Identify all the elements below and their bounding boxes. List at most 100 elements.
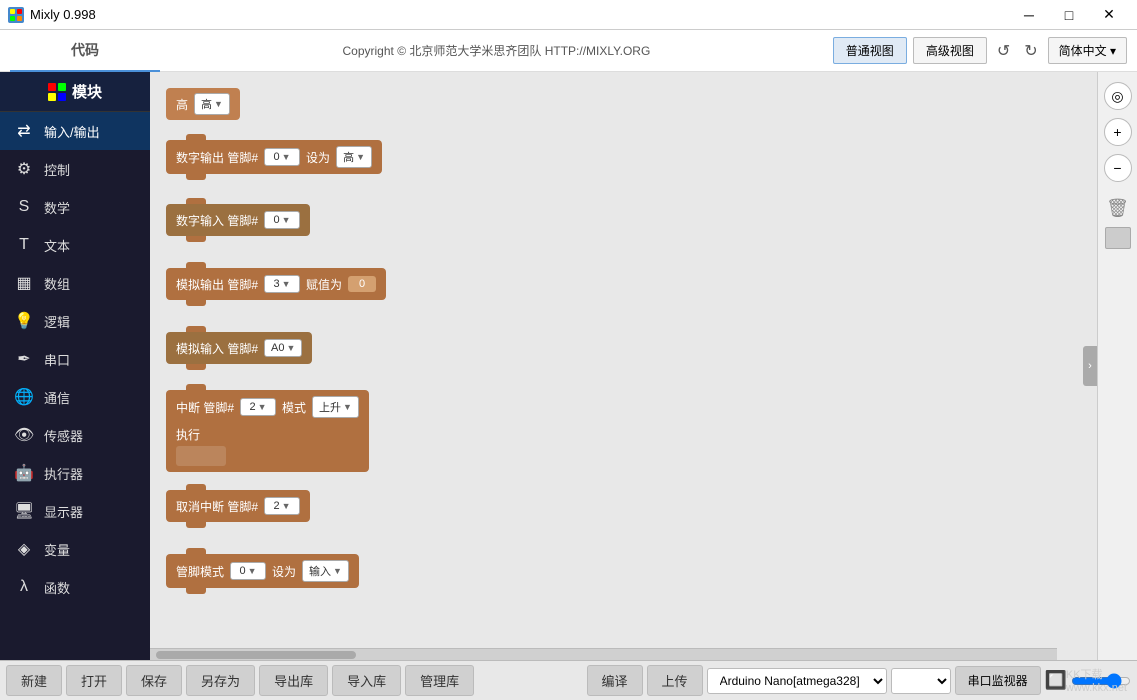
compile-button[interactable]: 编译 <box>587 665 643 696</box>
scroll-thumb[interactable] <box>156 651 356 659</box>
sidebar-item-actuator[interactable]: 🤖 执行器 <box>0 454 150 492</box>
interrupt-exec: 执行 <box>176 428 200 442</box>
main-toolbar: 代码 Copyright © 北京师范大学米思齐团队 HTTP://MIXLY.… <box>0 30 1137 72</box>
sidebar-item-sensor[interactable]: 👁传感器 <box>0 416 150 454</box>
digital-out-value[interactable]: 高 <box>336 146 372 168</box>
sidebar-item-serial[interactable]: ✒ 串口 <box>0 340 150 378</box>
digital-out-label: 数字输出 管脚# <box>176 149 258 166</box>
sidebar-item-logic[interactable]: 💡 逻辑 <box>0 302 150 340</box>
app-title: Mixly 0.998 <box>30 7 96 22</box>
side-collapse-arrow[interactable]: › <box>1083 346 1097 386</box>
sidebar-icon-control: ⚙ <box>14 159 34 179</box>
cancel-interrupt-pin[interactable]: 2 <box>264 497 300 515</box>
block-high[interactable]: 高 高 <box>166 88 240 120</box>
code-tab[interactable]: 代码 <box>10 30 160 72</box>
redo-button[interactable]: ↻ <box>1020 39 1041 63</box>
save-button[interactable]: 保存 <box>126 665 182 696</box>
sidebar-icon-sensor: 👁 <box>14 425 34 445</box>
sidebar-items: ⇄输入/输出⚙控制S数学T文本▦数组💡逻辑✒串口🌐通信👁传感器🤖执行器🖥显示器◈… <box>0 112 150 606</box>
pin-mode-set: 设为 <box>272 563 296 580</box>
analog-out-value: 0 <box>348 276 376 292</box>
block-cancel-interrupt[interactable]: 取消中断 管脚# 2 <box>166 490 310 522</box>
sidebar-label-text: 文本 <box>44 236 70 255</box>
sidebar-item-math[interactable]: S数学 <box>0 188 150 226</box>
sidebar-label-comm: 通信 <box>44 388 70 407</box>
analog-in-label: 模拟输入 管脚# <box>176 340 258 357</box>
sidebar-icon-logic: 💡 <box>14 311 34 331</box>
bottom-toolbar: 新建 打开 保存 另存为 导出库 导入库 管理库 编译 上传 Arduino N… <box>0 660 1137 700</box>
digital-out-pin[interactable]: 0 <box>264 148 300 166</box>
sidebar-item-comm[interactable]: 🌐 通信 <box>0 378 150 416</box>
zoom-in-btn[interactable]: + <box>1104 118 1132 146</box>
sidebar-item-array[interactable]: ▦数组 <box>0 264 150 302</box>
code-canvas: 高 高 数字输出 管脚# 0 设为 高 数字输入 管脚# 0 <box>150 72 1097 660</box>
sidebar: 模块 ⇄输入/输出⚙控制S数学T文本▦数组💡逻辑✒串口🌐通信👁传感器🤖执行器🖥显… <box>0 72 150 660</box>
title-left: Mixly 0.998 <box>8 7 96 23</box>
sidebar-item-control[interactable]: ⚙ 控制 <box>0 150 150 188</box>
pin-mode-pin[interactable]: 0 <box>230 562 266 580</box>
save-as-button[interactable]: 另存为 <box>186 665 255 696</box>
manage-button[interactable]: 管理库 <box>405 665 474 696</box>
trash-box <box>1105 227 1131 249</box>
open-button[interactable]: 打开 <box>66 665 122 696</box>
analog-out-set: 赋值为 <box>306 276 342 293</box>
new-button[interactable]: 新建 <box>6 665 62 696</box>
cancel-interrupt-label: 取消中断 管脚# <box>176 498 258 515</box>
block-digital-in[interactable]: 数字输入 管脚# 0 <box>166 204 310 236</box>
zoom-out-btn[interactable]: − <box>1104 154 1132 182</box>
export-button[interactable]: 导出库 <box>259 665 328 696</box>
language-button[interactable]: 简体中文 ▾ <box>1048 37 1127 64</box>
maximize-button[interactable]: □ <box>1049 0 1089 30</box>
window-controls: ─ □ ✕ <box>1009 0 1129 30</box>
close-button[interactable]: ✕ <box>1089 0 1129 30</box>
sidebar-item-display[interactable]: 🖥显示器 <box>0 492 150 530</box>
sidebar-icon-actuator: 🤖 <box>14 463 34 483</box>
sidebar-label-logic: 逻辑 <box>44 312 70 331</box>
sidebar-label-serial: 串口 <box>44 350 70 369</box>
sidebar-icon-serial: ✒ <box>14 349 34 369</box>
sidebar-item-function[interactable]: λ函数 <box>0 568 150 606</box>
sidebar-label-function: 函数 <box>44 578 70 597</box>
normal-view-button[interactable]: 普通视图 <box>833 37 907 64</box>
sidebar-item-io[interactable]: ⇄输入/输出 <box>0 112 150 150</box>
app-icon <box>8 7 24 23</box>
app-body: 模块 ⇄输入/输出⚙控制S数学T文本▦数组💡逻辑✒串口🌐通信👁传感器🤖执行器🖥显… <box>0 72 1137 660</box>
digital-out-set: 设为 <box>306 149 330 166</box>
port-select[interactable] <box>891 668 951 694</box>
block-interrupt[interactable]: 中断 管脚# 2 模式 上升 执行 <box>166 390 369 472</box>
blocks-icon <box>48 83 66 101</box>
block-analog-out[interactable]: 模拟输出 管脚# 3 赋值为 0 <box>166 268 386 300</box>
horizontal-scrollbar[interactable] <box>150 648 1057 660</box>
sidebar-label-display: 显示器 <box>44 502 83 521</box>
high-dropdown[interactable]: 高 <box>194 93 230 115</box>
trash-icon[interactable]: 🗑 <box>1106 198 1129 219</box>
analog-out-pin[interactable]: 3 <box>264 275 300 293</box>
interrupt-pin[interactable]: 2 <box>240 398 276 416</box>
pin-mode-mode[interactable]: 输入 <box>302 560 349 582</box>
sidebar-icon-array: ▦ <box>14 273 34 293</box>
monitor-button[interactable]: 串口监视器 <box>955 666 1041 695</box>
block-digital-out[interactable]: 数字输出 管脚# 0 设为 高 <box>166 140 382 174</box>
sidebar-item-variable[interactable]: ◈ 变量 <box>0 530 150 568</box>
undo-button[interactable]: ↺ <box>993 39 1014 63</box>
sidebar-label-actuator: 执行器 <box>44 464 83 483</box>
block-pin-mode[interactable]: 管脚模式 0 设为 输入 <box>166 554 359 588</box>
block-analog-in[interactable]: 模拟输入 管脚# A0 <box>166 332 312 364</box>
analog-in-pin[interactable]: A0 <box>264 339 302 357</box>
speed-slider[interactable] <box>1071 673 1131 689</box>
canvas-area[interactable]: 高 高 数字输出 管脚# 0 设为 高 数字输入 管脚# 0 <box>150 72 1097 660</box>
upload-button[interactable]: 上传 <box>647 665 703 696</box>
advanced-view-button[interactable]: 高级视图 <box>913 37 987 64</box>
navigate-btn[interactable]: ◎ <box>1104 82 1132 110</box>
sidebar-item-text[interactable]: T文本 <box>0 226 150 264</box>
sidebar-icon-comm: 🌐 <box>14 387 34 407</box>
interrupt-mode[interactable]: 上升 <box>312 396 359 418</box>
sidebar-label-control: 控制 <box>44 160 70 179</box>
right-panel: ◎ + − 🗑 <box>1097 72 1137 660</box>
board-select[interactable]: Arduino Nano[atmega328] <box>707 668 887 694</box>
digital-in-pin[interactable]: 0 <box>264 211 300 229</box>
sidebar-icon-variable: ◈ <box>14 539 34 559</box>
import-button[interactable]: 导入库 <box>332 665 401 696</box>
sidebar-label-variable: 变量 <box>44 540 70 559</box>
minimize-button[interactable]: ─ <box>1009 0 1049 30</box>
